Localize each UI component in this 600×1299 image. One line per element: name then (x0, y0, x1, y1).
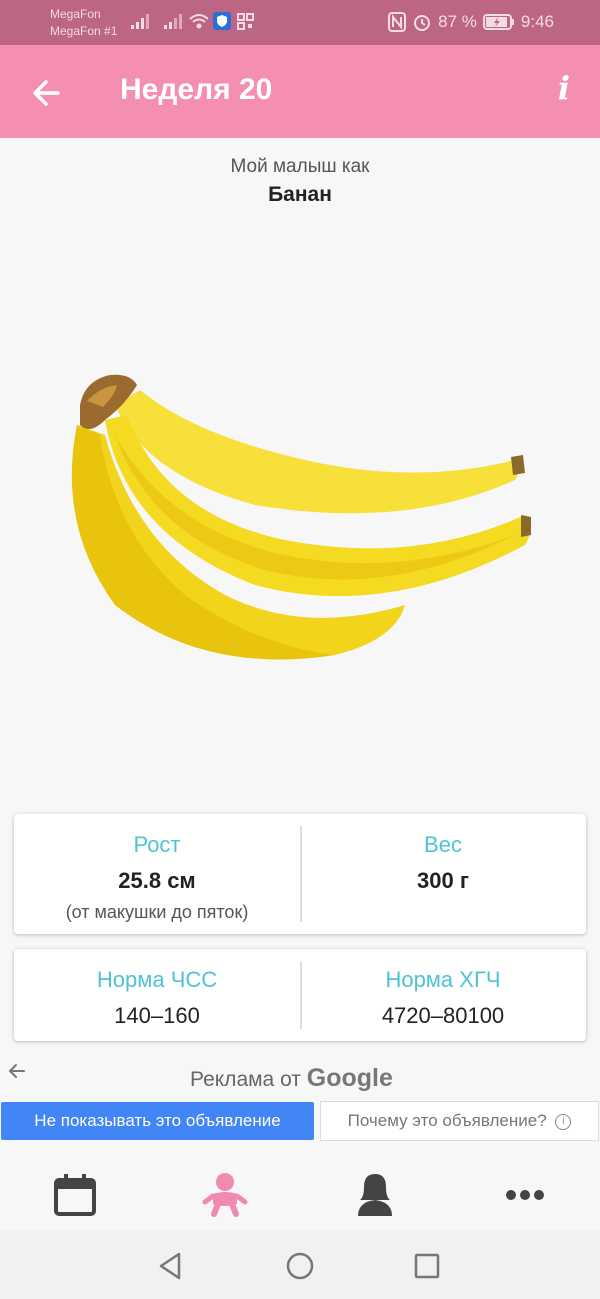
why-ad-button[interactable]: Почему это объявление? i (320, 1101, 599, 1141)
info-circle-icon: i (555, 1113, 572, 1130)
signal-icon (131, 14, 149, 29)
ad-back-arrow-icon[interactable] (6, 1060, 28, 1082)
page-title: Неделя 20 (120, 73, 273, 106)
battery-icon (482, 14, 514, 30)
bottom-navigation (0, 1160, 600, 1230)
shield-icon (213, 12, 231, 30)
hcg-column: Норма ХГЧ 4720–80100 (300, 949, 586, 1029)
ad-label-text: Реклама от (190, 1068, 301, 1091)
banana-image (71, 374, 531, 660)
weight-column: Вес 300 г (300, 814, 586, 894)
google-logo: Google (306, 1064, 393, 1092)
fruit-name: Банан (268, 183, 332, 206)
status-right: 87 % 9:46 (388, 12, 554, 32)
heart-rate-value: 140–160 (114, 1003, 200, 1028)
hcg-label: Норма ХГЧ (385, 967, 501, 992)
height-column: Рост 25.8 см (от макушки до пяток) (14, 814, 300, 923)
hide-ad-button[interactable]: Не показывать это объявление (1, 1102, 314, 1140)
alarm-icon (414, 15, 431, 31)
more-icon[interactable] (500, 1170, 550, 1220)
ad-attribution: Реклама от Google (190, 1064, 393, 1093)
heart-rate-label: Норма ЧСС (96, 967, 218, 992)
hcg-value: 4720–80100 (381, 1003, 505, 1028)
wifi-icon (189, 14, 209, 29)
baby-icon[interactable] (200, 1170, 250, 1220)
size-card: Рост 25.8 см (от макушки до пяток) Вес 3… (14, 814, 586, 934)
height-label: Рост (133, 832, 181, 857)
baby-size-caption: Мой малыш как (230, 156, 370, 177)
carrier-name: MegaFon (50, 7, 101, 21)
calendar-icon[interactable] (50, 1170, 100, 1220)
carrier-name-2: MegaFon #1 (50, 24, 118, 38)
nfc-icon (388, 12, 407, 32)
back-arrow-icon[interactable] (28, 73, 68, 113)
battery-percent: 87 % (438, 12, 477, 31)
vpn-icon (237, 13, 254, 30)
weight-value: 300 г (417, 868, 469, 893)
status-bar: MegaFon MegaFon #1 87 % 9:46 (0, 0, 600, 45)
system-navigation-bar (0, 1230, 600, 1299)
system-recents-icon[interactable] (409, 1248, 445, 1284)
carrier-info: MegaFon MegaFon #1 (50, 6, 117, 40)
heart-rate-column: Норма ЧСС 140–160 (14, 949, 300, 1029)
clock: 9:46 (520, 12, 554, 31)
height-value: 25.8 см (118, 868, 196, 893)
mother-icon[interactable] (350, 1170, 400, 1220)
norms-card: Норма ЧСС 140–160 Норма ХГЧ 4720–80100 (14, 949, 586, 1041)
weight-label: Вес (424, 832, 462, 857)
why-ad-label: Почему это объявление? (347, 1111, 547, 1130)
app-bar: Неделя 20 i (0, 45, 600, 138)
info-button[interactable]: i (558, 69, 570, 107)
height-note: (от макушки до пяток) (65, 902, 249, 922)
system-home-icon[interactable] (282, 1248, 318, 1284)
signal-icon-2 (164, 14, 182, 29)
system-back-icon[interactable] (153, 1248, 189, 1284)
